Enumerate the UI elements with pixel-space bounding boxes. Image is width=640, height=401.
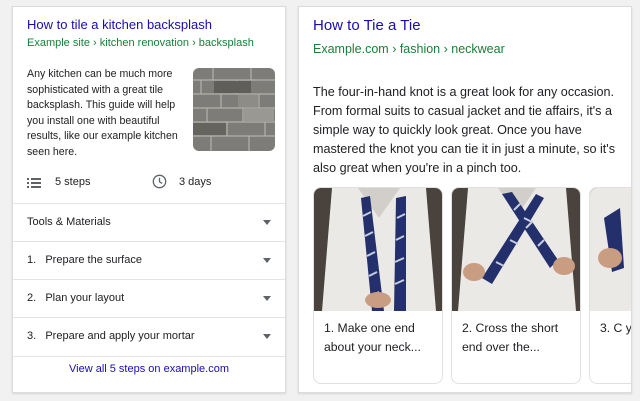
view-all-steps-link[interactable]: View all 5 steps on example.com <box>13 363 285 375</box>
tie-a-tie-card: How to Tie a Tie Example.com › fashion ›… <box>298 6 632 393</box>
step-2-caption: 2. Cross the short end over the... <box>462 321 559 354</box>
step-row-3[interactable]: 3. Prepare and apply your mortar <box>13 317 285 357</box>
step-2-photo <box>452 188 580 311</box>
tie-guide-description: The four-in-hand knot is a great look fo… <box>313 85 616 175</box>
step-1-photo <box>314 188 442 311</box>
step-3-photo <box>590 188 631 311</box>
tile-guide-title[interactable]: How to tile a kitchen backsplash <box>27 17 212 32</box>
step-3-caption: 3. C you <box>600 321 632 335</box>
list-icon <box>27 176 41 194</box>
backsplash-thumbnail[interactable] <box>193 68 275 151</box>
chevron-down-icon[interactable] <box>263 334 271 339</box>
step-1-caption: 1. Make one end about your neck... <box>324 321 421 354</box>
step-card-1[interactable]: 1. Make one end about your neck... <box>313 187 443 384</box>
step-row-2[interactable]: 2. Plan your layout <box>13 279 285 318</box>
duration: 3 days <box>179 176 212 188</box>
chevron-down-icon[interactable] <box>263 220 271 225</box>
step-label: 1. Prepare the surface <box>27 254 142 266</box>
step-row-1[interactable]: 1. Prepare the surface <box>13 241 285 280</box>
step-card-3[interactable]: 3. C you <box>589 187 632 384</box>
chevron-down-icon[interactable] <box>263 296 271 301</box>
tile-guide-description: Any kitchen can be much more sophisticat… <box>27 68 178 158</box>
tile-guide-breadcrumb[interactable]: Example site › kitchen renovation › back… <box>27 37 254 49</box>
step-label: 3. Prepare and apply your mortar <box>27 330 195 342</box>
clock-icon <box>152 174 167 194</box>
tile-backsplash-card: How to tile a kitchen backsplash Example… <box>12 6 286 393</box>
chevron-down-icon[interactable] <box>263 258 271 263</box>
tie-guide-breadcrumb[interactable]: Example.com › fashion › neckwear <box>313 42 505 56</box>
step-label: 2. Plan your layout <box>27 292 125 304</box>
step-card-2[interactable]: 2. Cross the short end over the... <box>451 187 581 384</box>
steps-count: 5 steps <box>55 176 91 188</box>
tools-materials-label: Tools & Materials <box>27 216 111 228</box>
tools-materials-row[interactable]: Tools & Materials <box>13 203 285 242</box>
tie-guide-title[interactable]: How to Tie a Tie <box>313 17 421 34</box>
